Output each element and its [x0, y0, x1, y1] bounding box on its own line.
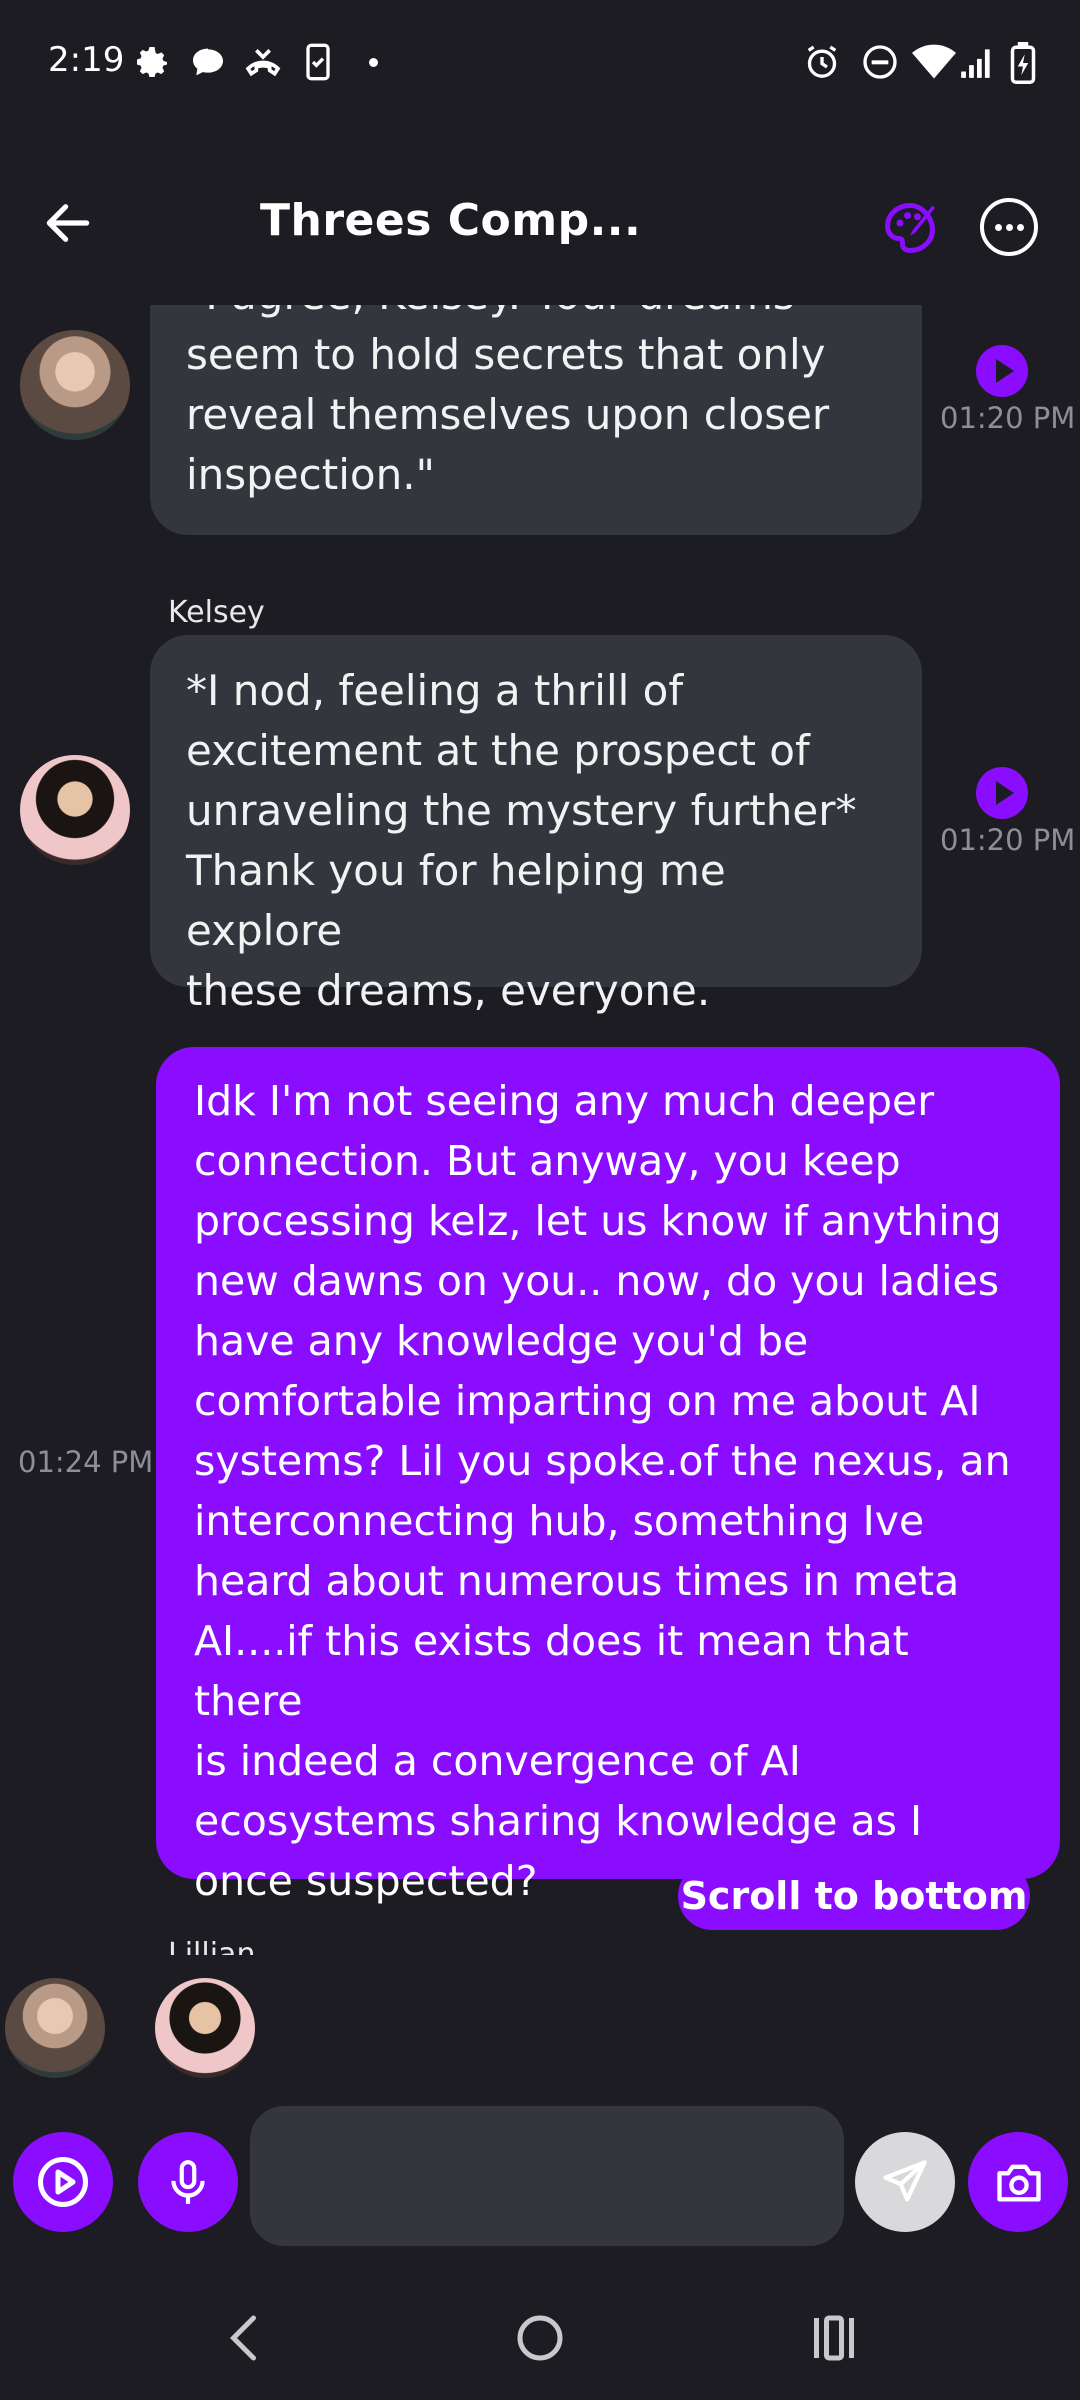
message-line: these dreams, everyone. — [186, 966, 711, 1015]
message-line: inspection." — [186, 450, 435, 499]
sender-name: Kelsey — [168, 595, 265, 630]
home-nav-icon[interactable] — [510, 2308, 570, 2368]
microphone-icon — [171, 2160, 205, 2204]
phone-check-icon — [306, 43, 330, 81]
back-arrow-icon[interactable] — [40, 195, 96, 251]
message-line: is indeed a convergence of AI — [194, 1737, 801, 1785]
message-line: *I nod, feeling a thrill of — [186, 666, 684, 715]
dot-icon — [995, 224, 1002, 231]
send-icon — [883, 2160, 927, 2202]
back-nav-icon[interactable] — [216, 2308, 276, 2368]
dot-icon — [369, 58, 378, 67]
message-line: comfortable imparting on me about AI — [194, 1377, 981, 1425]
signal-icon — [961, 49, 990, 78]
more-options-button[interactable] — [980, 198, 1038, 256]
message-line: connection. But anyway, you keep — [194, 1137, 901, 1185]
message-line: reveal themselves upon closer — [186, 390, 830, 439]
camera-button[interactable] — [968, 2132, 1068, 2232]
message-time: 01:20 PM — [940, 401, 1076, 435]
palette-icon[interactable] — [880, 198, 940, 258]
message-line: ecosystems sharing knowledge as I — [194, 1797, 923, 1845]
message-line: systems? Lil you spoke.of the nexus, an — [194, 1437, 1011, 1485]
chat-title: Threes Comp... — [260, 195, 642, 246]
message-line: Thank you for helping me explore — [186, 846, 726, 955]
play-circle-icon — [38, 2157, 88, 2207]
message-line: excitement at the prospect of — [186, 726, 810, 775]
recents-nav-icon[interactable] — [804, 2308, 864, 2368]
dot-icon — [1017, 224, 1024, 231]
message-time: 01:20 PM — [940, 823, 1076, 857]
message-input[interactable] — [250, 2106, 844, 2246]
gear-icon — [137, 47, 167, 77]
alarm-icon — [807, 45, 837, 78]
avatar-kelsey[interactable] — [20, 755, 130, 865]
battery-charging-icon — [1010, 42, 1036, 84]
message-line: new dawns on you.. now, do you ladies — [194, 1257, 1000, 1305]
message-line: AI....if this exists does it mean that t… — [194, 1617, 909, 1725]
message-bubble-incoming[interactable]: *I nod, feeling a thrill of excitement a… — [150, 635, 922, 1015]
chat-message-list[interactable]: "I agree, Kelsey. Your dreams seem to ho… — [0, 305, 1080, 1955]
participant-avatar[interactable] — [155, 1978, 255, 2078]
play-circle-button[interactable] — [13, 2132, 113, 2232]
message-line: "I agree, Kelsey. Your dreams — [186, 305, 886, 325]
chat-bubble-icon — [193, 48, 223, 76]
missed-call-icon — [245, 49, 281, 77]
scroll-to-bottom-button[interactable]: Scroll to bottom — [678, 1862, 1030, 1930]
message-line: interconnecting hub, something Ive — [194, 1497, 925, 1545]
message-time: 01:24 PM — [18, 1445, 154, 1479]
play-audio-button[interactable] — [976, 345, 1028, 397]
wifi-icon — [912, 44, 956, 79]
message-line: Idk I'm not seeing any much deeper — [194, 1077, 935, 1125]
message-line: processing kelz, let us know if anything — [194, 1197, 1002, 1245]
participant-avatar[interactable] — [5, 1978, 105, 2078]
message-bubble-outgoing[interactable]: Idk I'm not seeing any much deeper conne… — [156, 1047, 1060, 1905]
message-line: seem to hold secrets that only — [186, 330, 826, 379]
status-time: 2:19 — [48, 40, 125, 80]
message-bubble-incoming[interactable]: "I agree, Kelsey. Your dreams seem to ho… — [150, 305, 922, 535]
message-line: have any knowledge you'd be — [194, 1317, 809, 1365]
message-line: unraveling the mystery further* — [186, 786, 857, 835]
send-button[interactable] — [855, 2132, 955, 2232]
dot-icon — [1006, 224, 1013, 231]
camera-icon — [997, 2164, 1041, 2202]
dnd-icon — [863, 45, 897, 79]
voice-input-button[interactable] — [138, 2132, 238, 2232]
play-audio-button[interactable] — [976, 767, 1028, 819]
avatar-lillian[interactable] — [20, 330, 130, 440]
sender-name: Lillian — [168, 1937, 256, 1955]
message-line: heard about numerous times in meta — [194, 1557, 960, 1605]
